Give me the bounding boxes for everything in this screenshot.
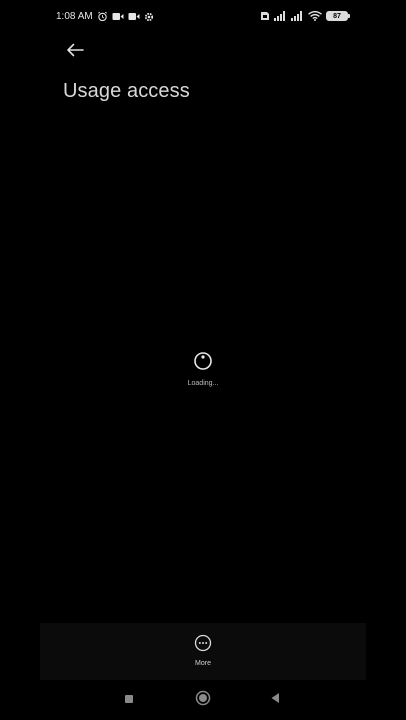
signal-icon <box>274 11 287 21</box>
status-time: 1:08 AM <box>56 11 93 22</box>
status-right: 87 <box>260 11 350 21</box>
back-button[interactable] <box>62 40 88 64</box>
more-dots-icon <box>194 634 212 657</box>
wifi-icon <box>308 11 322 21</box>
loading-label: Loading... <box>187 380 219 387</box>
signal-icon <box>291 11 304 21</box>
status-left: 1:08 AM <box>56 11 154 22</box>
arrow-left-icon <box>65 42 85 63</box>
recents-square-icon <box>124 691 134 709</box>
settings-gear-icon <box>144 12 154 22</box>
battery-icon: 87 <box>326 11 350 21</box>
loading-spinner-icon <box>193 351 213 376</box>
system-back-button[interactable] <box>264 688 286 712</box>
alarm-icon <box>97 11 108 22</box>
recents-button[interactable] <box>118 688 140 712</box>
loading-indicator: Loading... <box>173 351 233 387</box>
battery-level: 87 <box>333 12 341 20</box>
back-triangle-icon <box>270 691 280 709</box>
status-bar: 1:08 AM 87 <box>0 0 406 36</box>
video-camera-icon <box>112 12 124 21</box>
home-circle-icon <box>195 690 211 711</box>
home-button[interactable] <box>192 688 214 712</box>
more-label: More <box>195 660 211 667</box>
sim-icon <box>260 11 270 21</box>
page-title: Usage access <box>63 80 190 102</box>
more-button[interactable]: More <box>183 634 223 668</box>
video-camera-icon <box>128 12 140 21</box>
navigation-bar <box>0 688 406 714</box>
